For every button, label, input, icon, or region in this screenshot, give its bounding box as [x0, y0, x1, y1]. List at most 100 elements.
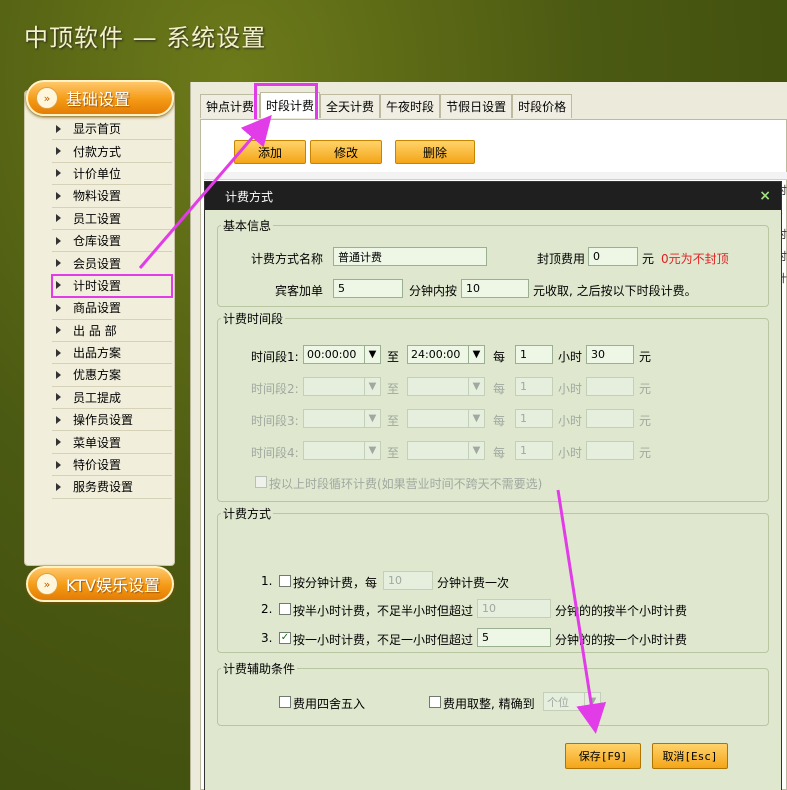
- chevron-down-icon[interactable]: ▼: [364, 410, 380, 427]
- period1-start-value: 00:00:00: [307, 348, 357, 361]
- tab-hourly[interactable]: 钟点计费: [200, 94, 261, 118]
- period4-hours-input[interactable]: 1: [515, 441, 553, 460]
- sidebar-item-goods[interactable]: 商品设置: [52, 297, 172, 320]
- chevron-down-icon[interactable]: ▼: [364, 378, 380, 395]
- chevron-down-icon[interactable]: ▼: [468, 378, 484, 395]
- option1-minutes-input[interactable]: 10: [383, 571, 433, 590]
- tab-midnight[interactable]: 午夜时段: [380, 94, 441, 118]
- tab-all-day[interactable]: 全天计费: [320, 94, 381, 118]
- option1-label-b: 分钟计费一次: [437, 576, 510, 590]
- period1-end-select[interactable]: 24:00:00 ▼: [407, 345, 485, 364]
- option2-minutes-input[interactable]: 10: [477, 599, 551, 618]
- option1-checkbox[interactable]: [279, 575, 291, 587]
- every-label: 每: [493, 414, 506, 428]
- sidebar-item-commission[interactable]: 员工提成: [52, 387, 172, 410]
- chevron-down-icon[interactable]: ▼: [364, 346, 380, 363]
- sidebar-item-payment[interactable]: 付款方式: [52, 140, 172, 163]
- round-checkbox[interactable]: [279, 696, 291, 708]
- option3-minutes-input[interactable]: 5: [477, 628, 551, 647]
- chevron-down-icon[interactable]: ▼: [468, 410, 484, 427]
- chevron-down-icon[interactable]: ▼: [468, 442, 484, 459]
- period2-hours-input[interactable]: 1: [515, 377, 553, 396]
- within-amount-input[interactable]: 10: [461, 279, 529, 298]
- periods-legend: 计费时间段: [221, 310, 286, 327]
- period4-price-input[interactable]: [586, 441, 634, 460]
- sidebar-item-staff[interactable]: 员工设置: [52, 208, 172, 230]
- sidebar-item-member[interactable]: 会员设置: [52, 252, 172, 275]
- period1-price-input[interactable]: 30: [586, 345, 634, 364]
- triangle-right-icon: [56, 482, 61, 491]
- option2-checkbox[interactable]: [279, 603, 291, 615]
- period2-end-select[interactable]: ▼: [407, 377, 485, 396]
- option3-number: 3.: [261, 631, 273, 645]
- triangle-right-icon: [56, 326, 61, 335]
- period1-hours-input[interactable]: 1: [515, 345, 553, 364]
- ktv-settings-button[interactable]: » KTV娱乐设置: [26, 566, 174, 602]
- triangle-right-icon: [56, 169, 61, 178]
- period3-price-input[interactable]: [586, 409, 634, 428]
- sidebar-item-menu[interactable]: 菜单设置: [52, 431, 172, 454]
- delete-button[interactable]: 删除: [395, 140, 475, 164]
- period3-label: 时间段3:: [251, 414, 299, 428]
- every-label: 每: [493, 382, 506, 396]
- sidebar-item-timing[interactable]: 计时设置: [51, 273, 173, 299]
- cancel-button[interactable]: 取消[Esc]: [652, 743, 728, 769]
- period2-price-input[interactable]: [586, 377, 634, 396]
- tab-period-price[interactable]: 时段价格: [512, 94, 573, 118]
- name-input[interactable]: 普通计费: [333, 247, 487, 266]
- option2-label-a: 按半小时计费，不足半小时但超过: [293, 604, 474, 618]
- sidebar-item-special-price[interactable]: 特价设置: [52, 454, 172, 477]
- period4-start-select[interactable]: ▼: [303, 441, 381, 460]
- period3-start-select[interactable]: ▼: [303, 409, 381, 428]
- chevron-down-icon[interactable]: ▼: [584, 693, 600, 710]
- period3-end-select[interactable]: ▼: [407, 409, 485, 428]
- integer-label: 费用取整, 精确到: [443, 697, 535, 711]
- ktv-settings-label: KTV娱乐设置: [66, 576, 160, 595]
- triangle-right-icon: [56, 124, 61, 133]
- sidebar-item-material[interactable]: 物料设置: [52, 185, 172, 208]
- chevron-down-icon[interactable]: ▼: [468, 346, 484, 363]
- hour-label: 小时: [558, 382, 583, 396]
- add-button[interactable]: 添加: [234, 140, 306, 164]
- triangle-right-icon: [56, 236, 61, 245]
- cap-unit: 元: [642, 252, 655, 266]
- basic-settings-button[interactable]: » 基础设置: [26, 80, 174, 116]
- sidebar-item-unit[interactable]: 计价单位: [52, 163, 172, 186]
- precision-select[interactable]: 个位 ▼: [543, 692, 601, 711]
- sidebar-item-label: 计时设置: [73, 278, 122, 293]
- every-label: 每: [493, 350, 506, 364]
- period3-hours-input[interactable]: 1: [515, 409, 553, 428]
- within-suffix: 元收取, 之后按以下时段计费。: [533, 284, 697, 298]
- triangle-right-icon: [56, 370, 61, 379]
- sidebar-item-operator[interactable]: 操作员设置: [52, 409, 172, 432]
- sidebar-item-label: 会员设置: [73, 256, 122, 271]
- to-label: 至: [387, 414, 400, 428]
- sidebar-item-service-fee[interactable]: 服务费设置: [52, 476, 172, 499]
- dialog-title: 计费方式: [225, 189, 274, 204]
- sidebar-item-home[interactable]: 显示首页: [52, 118, 172, 141]
- chevron-down-icon[interactable]: ▼: [364, 442, 380, 459]
- sidebar-item-output-plan[interactable]: 出品方案: [52, 342, 172, 365]
- tab-holiday[interactable]: 节假日设置: [440, 94, 513, 118]
- save-button[interactable]: 保存[F9]: [565, 743, 641, 769]
- yuan-label: 元: [639, 350, 652, 364]
- period2-start-select[interactable]: ▼: [303, 377, 381, 396]
- sidebar-item-discount[interactable]: 优惠方案: [52, 364, 172, 387]
- cycle-checkbox[interactable]: [255, 476, 267, 488]
- triangle-right-icon: [56, 191, 61, 200]
- yuan-label: 元: [639, 382, 652, 396]
- option1-label-a: 按分钟计费，每: [293, 576, 378, 590]
- cap-input[interactable]: 0: [588, 247, 638, 266]
- sidebar-item-output-dept[interactable]: 出 品 部: [52, 320, 172, 342]
- close-icon[interactable]: ×: [759, 188, 771, 204]
- edit-button[interactable]: 修改: [310, 140, 382, 164]
- integer-checkbox[interactable]: [429, 696, 441, 708]
- sidebar-item-label: 计价单位: [73, 166, 122, 181]
- guest-minutes-input[interactable]: 5: [333, 279, 403, 298]
- sidebar-item-warehouse[interactable]: 仓库设置: [52, 230, 172, 253]
- period4-end-select[interactable]: ▼: [407, 441, 485, 460]
- period1-start-select[interactable]: 00:00:00 ▼: [303, 345, 381, 364]
- sidebar-item-label: 菜单设置: [73, 435, 122, 450]
- option3-checkbox[interactable]: ✓: [279, 632, 291, 644]
- sidebar-item-label: 优惠方案: [73, 368, 122, 383]
